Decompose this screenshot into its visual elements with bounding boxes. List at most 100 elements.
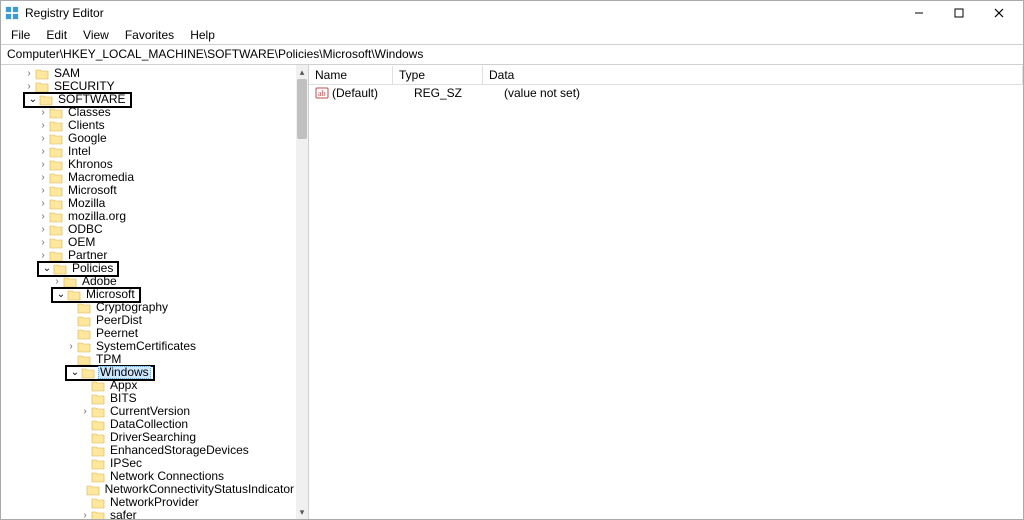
expand-icon[interactable]: › bbox=[37, 184, 49, 197]
folder-icon bbox=[49, 159, 63, 171]
tree-item-adobe[interactable]: ›Adobe bbox=[1, 275, 296, 288]
folder-icon bbox=[91, 458, 105, 470]
tree-item-netprovider[interactable]: NetworkProvider bbox=[1, 496, 296, 509]
tree-item-oem[interactable]: ›OEM bbox=[1, 236, 296, 249]
value-row[interactable]: ab (Default) REG_SZ (value not set) bbox=[309, 85, 1023, 101]
value-name: (Default) bbox=[332, 86, 408, 100]
folder-icon bbox=[49, 185, 63, 197]
registry-editor-window: Registry Editor File Edit View Favorites… bbox=[0, 0, 1024, 520]
menubar: File Edit View Favorites Help bbox=[1, 25, 1023, 45]
column-data[interactable]: Data bbox=[483, 66, 1023, 84]
tree-item-systemcertificates[interactable]: ›SystemCertificates bbox=[1, 340, 296, 353]
menu-favorites[interactable]: Favorites bbox=[117, 26, 182, 44]
folder-icon bbox=[67, 289, 81, 301]
folder-icon bbox=[39, 94, 53, 106]
tree-item-policies[interactable]: ⌄Policies bbox=[1, 262, 296, 275]
svg-text:ab: ab bbox=[318, 89, 326, 98]
expand-icon[interactable]: › bbox=[65, 340, 77, 353]
string-value-icon: ab bbox=[315, 86, 329, 100]
tree-item-safer[interactable]: › safer bbox=[1, 509, 296, 519]
close-button[interactable] bbox=[979, 1, 1019, 25]
tree-item-appx[interactable]: Appx bbox=[1, 379, 296, 392]
expand-icon[interactable]: › bbox=[37, 106, 49, 119]
folder-icon bbox=[49, 120, 63, 132]
folder-icon bbox=[49, 211, 63, 223]
column-type[interactable]: Type bbox=[393, 66, 483, 84]
expand-icon[interactable]: › bbox=[37, 119, 49, 132]
tree-item-google[interactable]: ›Google bbox=[1, 132, 296, 145]
tree-item-peerdist[interactable]: PeerDist bbox=[1, 314, 296, 327]
menu-help[interactable]: Help bbox=[182, 26, 223, 44]
folder-icon bbox=[49, 237, 63, 249]
tree-item-khronos[interactable]: ›Khronos bbox=[1, 158, 296, 171]
expand-icon[interactable]: › bbox=[79, 405, 91, 418]
folder-icon bbox=[49, 146, 63, 158]
menu-view[interactable]: View bbox=[75, 26, 117, 44]
window-title: Registry Editor bbox=[25, 6, 899, 20]
folder-icon bbox=[91, 393, 105, 405]
tree-item-clients[interactable]: ›Clients bbox=[1, 119, 296, 132]
menu-edit[interactable]: Edit bbox=[38, 26, 75, 44]
folder-icon bbox=[91, 497, 105, 509]
tree-item-cryptography[interactable]: Cryptography bbox=[1, 301, 296, 314]
folder-icon bbox=[77, 341, 91, 353]
expand-icon[interactable]: › bbox=[79, 509, 91, 519]
tree-item-intel[interactable]: ›Intel bbox=[1, 145, 296, 158]
values-pane: Name Type Data ab (Default) REG_SZ (valu… bbox=[309, 65, 1023, 519]
collapse-icon[interactable]: ⌄ bbox=[55, 288, 67, 301]
tree-item-classes[interactable]: ›Classes bbox=[1, 106, 296, 119]
tree-item-macromedia[interactable]: ›Macromedia bbox=[1, 171, 296, 184]
tree-item-mozilla_org[interactable]: ›mozilla.org bbox=[1, 210, 296, 223]
menu-file[interactable]: File bbox=[3, 26, 38, 44]
folder-icon bbox=[91, 432, 105, 444]
collapse-icon[interactable]: ⌄ bbox=[41, 262, 53, 275]
folder-icon bbox=[91, 419, 105, 431]
folder-icon bbox=[91, 445, 105, 457]
tree-item-enhancedstorage[interactable]: EnhancedStorageDevices bbox=[1, 444, 296, 457]
expand-icon[interactable]: › bbox=[37, 197, 49, 210]
folder-icon bbox=[91, 380, 105, 392]
tree-item-software[interactable]: ⌄SOFTWARE bbox=[1, 93, 296, 106]
maximize-button[interactable] bbox=[939, 1, 979, 25]
expand-icon[interactable]: › bbox=[23, 67, 35, 80]
tree-item-windows[interactable]: ⌄Windows bbox=[1, 366, 296, 379]
folder-icon bbox=[35, 68, 49, 80]
main-body: ›SAM›SECURITY⌄SOFTWARE›Classes›Clients›G… bbox=[1, 65, 1023, 519]
folder-icon bbox=[53, 263, 67, 275]
folder-icon bbox=[77, 328, 91, 340]
folder-icon bbox=[77, 302, 91, 314]
collapse-icon[interactable]: ⌄ bbox=[27, 93, 39, 106]
expand-icon[interactable]: › bbox=[37, 132, 49, 145]
address-bar[interactable]: Computer\HKEY_LOCAL_MACHINE\SOFTWARE\Pol… bbox=[1, 45, 1023, 65]
collapse-icon[interactable]: ⌄ bbox=[69, 366, 81, 379]
scroll-up-icon[interactable]: ▴ bbox=[296, 65, 308, 79]
tree-item-label[interactable]: safer bbox=[108, 509, 139, 519]
scroll-down-icon[interactable]: ▾ bbox=[296, 505, 308, 519]
expand-icon[interactable]: › bbox=[37, 171, 49, 184]
tree-item-mozilla_cap[interactable]: ›Mozilla bbox=[1, 197, 296, 210]
tree-item-microsoft_top[interactable]: ›Microsoft bbox=[1, 184, 296, 197]
scroll-thumb[interactable] bbox=[297, 79, 307, 139]
folder-icon bbox=[49, 198, 63, 210]
expand-icon[interactable]: › bbox=[37, 158, 49, 171]
folder-icon bbox=[91, 510, 105, 520]
column-name[interactable]: Name bbox=[309, 66, 393, 84]
expand-icon[interactable]: › bbox=[37, 210, 49, 223]
folder-icon bbox=[91, 471, 105, 483]
registry-tree[interactable]: ›SAM›SECURITY⌄SOFTWARE›Classes›Clients›G… bbox=[1, 65, 296, 519]
expand-icon[interactable]: › bbox=[37, 223, 49, 236]
minimize-button[interactable] bbox=[899, 1, 939, 25]
folder-icon bbox=[49, 224, 63, 236]
expand-icon[interactable]: › bbox=[37, 236, 49, 249]
tree-pane: ›SAM›SECURITY⌄SOFTWARE›Classes›Clients›G… bbox=[1, 65, 309, 519]
folder-icon bbox=[49, 107, 63, 119]
expand-icon[interactable]: › bbox=[37, 145, 49, 158]
folder-icon bbox=[86, 484, 100, 496]
tree-item-odbc[interactable]: ›ODBC bbox=[1, 223, 296, 236]
value-data: (value not set) bbox=[498, 86, 1023, 100]
tree-item-sam[interactable]: ›SAM bbox=[1, 67, 296, 80]
registry-editor-icon bbox=[5, 6, 19, 20]
scrollbar-vertical[interactable]: ▴ ▾ bbox=[296, 65, 308, 519]
folder-icon bbox=[91, 406, 105, 418]
folder-icon bbox=[49, 133, 63, 145]
